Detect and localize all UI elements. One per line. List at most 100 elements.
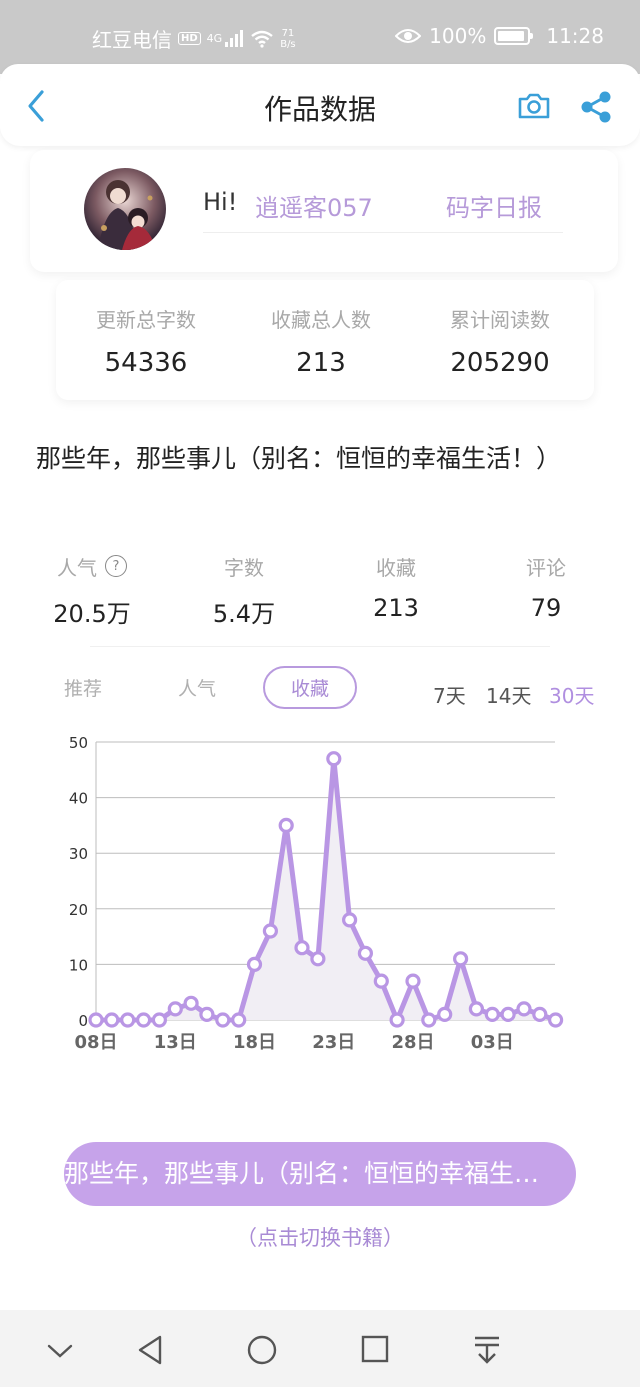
data-point xyxy=(326,751,342,767)
data-point xyxy=(500,1006,516,1022)
range-14d[interactable]: 14天 xyxy=(486,680,531,709)
username: 逍遥客057 xyxy=(255,194,373,222)
back-triangle-icon[interactable] xyxy=(136,1334,164,1366)
metric-comments-label: 评论 xyxy=(526,555,566,580)
user-divider xyxy=(203,232,563,233)
collections-chart: 0 10 20 30 40 50 08日 13日 18日 23日 28日 03日 xyxy=(69,734,564,1053)
avatar[interactable] xyxy=(84,168,166,250)
data-point xyxy=(389,1012,405,1028)
data-point xyxy=(262,923,278,939)
book-metrics: 人气? 20.5万 字数 5.4万 收藏 213 评论 79 xyxy=(0,550,640,630)
network-type: 4G xyxy=(206,32,223,45)
y-tick-label: 10 xyxy=(69,956,88,974)
metric-words-value: 5.4万 xyxy=(212,600,276,628)
data-point xyxy=(342,912,358,928)
data-point xyxy=(357,945,373,961)
wifi-icon xyxy=(251,30,273,48)
x-tick-label: 23日 xyxy=(312,1032,355,1053)
avatar-image xyxy=(84,168,166,250)
total-reads-label: 累计阅读数 xyxy=(450,308,550,332)
notification-pull-icon[interactable] xyxy=(472,1334,502,1366)
metric-popularity: 人气? 20.5万 xyxy=(17,550,167,629)
data-point xyxy=(120,1012,136,1028)
tab-recommend[interactable]: 推荐 xyxy=(64,674,102,701)
range-7d[interactable]: 7天 xyxy=(433,680,466,709)
range-30d[interactable]: 30天 xyxy=(549,680,594,709)
data-point xyxy=(278,817,294,834)
data-point xyxy=(231,1012,247,1028)
data-point xyxy=(310,951,326,967)
y-tick-label: 50 xyxy=(69,734,88,752)
collapse-icon[interactable] xyxy=(46,1342,74,1360)
metric-collections-value: 213 xyxy=(373,594,419,622)
data-point xyxy=(88,1012,104,1028)
totals-card: 更新总字数 54336 收藏总人数 213 累计阅读数 205290 xyxy=(56,280,594,400)
x-tick-label: 13日 xyxy=(154,1032,197,1053)
x-tick-label: 28日 xyxy=(391,1032,434,1053)
data-point xyxy=(215,1012,231,1028)
metric-collections: 收藏 213 xyxy=(321,550,471,623)
data-point xyxy=(167,1001,183,1017)
camera-icon[interactable] xyxy=(517,92,551,120)
x-tick-label: 18日 xyxy=(233,1032,276,1053)
total-words-value: 54336 xyxy=(104,348,188,378)
network-speed: 71 B/s xyxy=(280,28,295,50)
metric-comments-value: 79 xyxy=(530,594,562,622)
switch-book-button[interactable]: 那些年，那些事儿（别名：恒恒的幸福生活！） xyxy=(64,1142,576,1206)
recents-square-icon[interactable] xyxy=(360,1334,390,1364)
tab-popularity[interactable]: 人气 xyxy=(178,674,216,701)
battery-percent: 100% xyxy=(429,24,487,48)
data-point xyxy=(199,1006,215,1022)
tab-collections[interactable]: 收藏 xyxy=(263,666,358,709)
status-bar: 红豆电信 HD 4G 71 B/s 100% 11:28 xyxy=(0,0,640,74)
metric-words-label: 字数 xyxy=(224,555,264,580)
speed-unit: B/s xyxy=(280,38,296,50)
data-point xyxy=(468,1001,484,1017)
metrics-divider xyxy=(90,646,550,647)
y-tick-label: 20 xyxy=(69,901,88,919)
data-point xyxy=(484,1006,500,1022)
data-point xyxy=(547,1012,564,1028)
x-tick-label: 08日 xyxy=(74,1032,117,1053)
y-tick-label: 40 xyxy=(69,790,88,808)
battery-icon xyxy=(494,27,534,45)
help-icon[interactable]: ? xyxy=(105,555,127,577)
hd-badge: HD xyxy=(178,32,201,45)
user-card: Hi! 逍遥客057 码字日报 xyxy=(30,150,618,272)
metric-collections-label: 收藏 xyxy=(376,555,416,580)
data-point xyxy=(151,1012,167,1028)
eye-icon xyxy=(395,29,422,43)
carrier-name: 红豆电信 xyxy=(92,28,172,52)
data-point xyxy=(373,973,389,989)
data-point xyxy=(246,956,263,972)
switch-book-hint[interactable]: （点击切换书籍） xyxy=(0,1222,640,1252)
data-point xyxy=(437,1006,453,1022)
data-point xyxy=(405,973,421,989)
total-reads-value: 205290 xyxy=(450,348,550,378)
y-tick-label: 0 xyxy=(78,1012,88,1030)
metric-comments: 评论 79 xyxy=(471,550,621,623)
total-collections-label: 收藏总人数 xyxy=(271,308,371,332)
nav-bar: 作品数据 xyxy=(0,64,640,146)
total-words-label: 更新总字数 xyxy=(96,308,196,332)
data-point xyxy=(516,1001,532,1017)
data-point xyxy=(532,1006,548,1022)
share-icon[interactable] xyxy=(578,90,614,124)
speed-value: 71 xyxy=(281,27,295,39)
chart-tabs: 推荐 人气 收藏 7天 14天 30天 xyxy=(0,664,640,710)
total-collections-value: 213 xyxy=(296,348,346,378)
home-circle-icon[interactable] xyxy=(246,1334,278,1366)
metric-popularity-value: 20.5万 xyxy=(53,600,131,628)
daily-report-link[interactable]: 码字日报 xyxy=(446,188,542,223)
clock: 11:28 xyxy=(546,24,604,48)
greeting: Hi! xyxy=(203,188,238,216)
data-point xyxy=(421,1012,437,1028)
data-point xyxy=(183,995,199,1011)
metric-popularity-label: 人气 xyxy=(57,555,97,580)
y-tick-label: 30 xyxy=(69,845,88,863)
data-point xyxy=(294,940,310,956)
metric-words: 字数 5.4万 xyxy=(169,550,319,629)
x-tick-label: 03日 xyxy=(471,1032,514,1053)
signal-icon xyxy=(225,29,244,47)
system-nav-bar xyxy=(0,1310,640,1387)
